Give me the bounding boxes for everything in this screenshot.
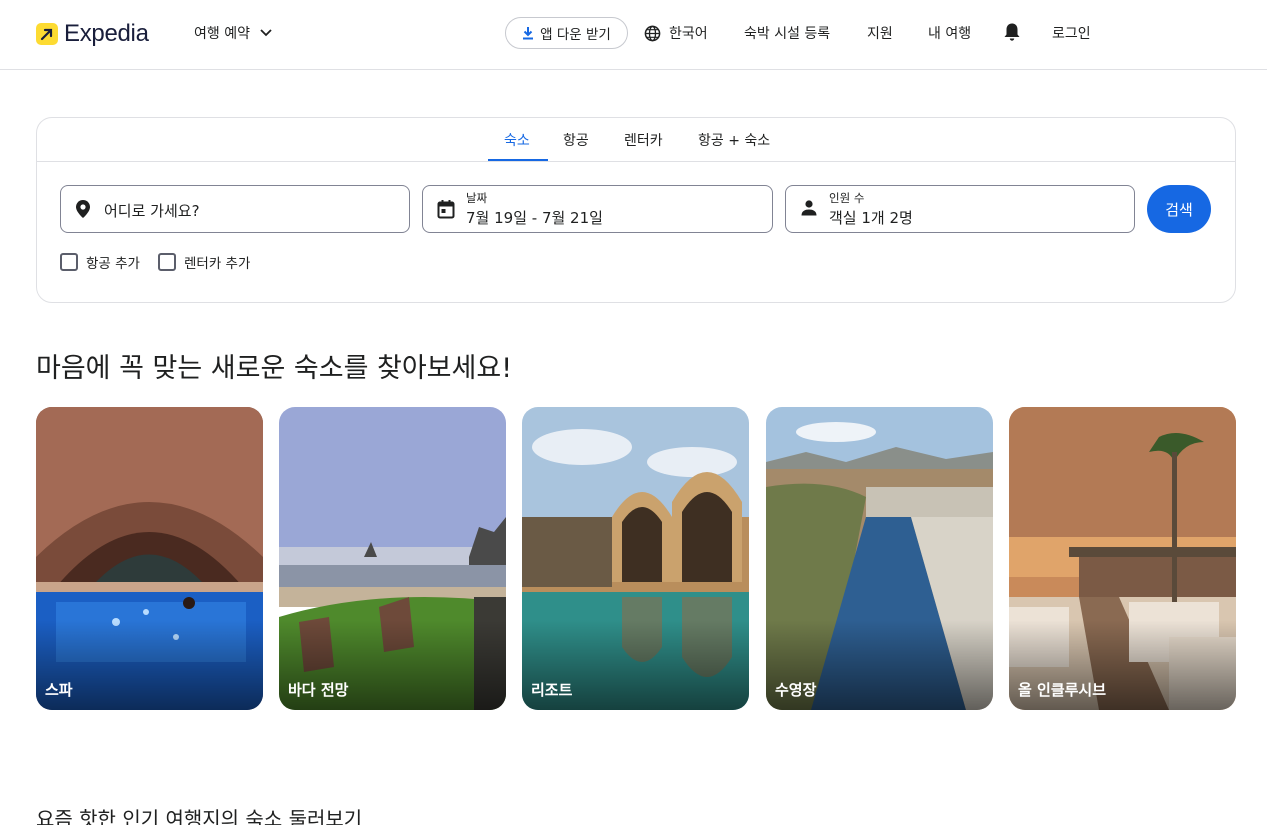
top-header: Expedia 여행 예약 앱 다운 받기 한국어 숙박 시설 등록 지원 내 … [0, 0, 1267, 70]
card-label: 올 인클루시브 [1018, 681, 1107, 699]
expedia-logo-icon [36, 23, 58, 45]
app-download-label: 앱 다운 받기 [540, 27, 611, 43]
theme-card-spa[interactable]: 스파 [36, 407, 263, 710]
search-tabs: 숙소 항공 렌터카 항공 + 숙소 [37, 118, 1235, 162]
theme-card-resort[interactable]: 리조트 [522, 407, 749, 710]
list-property-label: 숙박 시설 등록 [744, 26, 831, 42]
notifications-button[interactable] [1003, 22, 1021, 42]
list-property-link[interactable]: 숙박 시설 등록 [744, 23, 830, 43]
login-link[interactable]: 로그인 [1052, 23, 1091, 43]
checkbox-icon [158, 253, 176, 271]
checkbox-icon [60, 253, 78, 271]
add-flight-checkbox[interactable]: 항공 추가 [60, 252, 140, 272]
search-form-card: 숙소 항공 렌터카 항공 + 숙소 어디로 가세요? 날짜 7월 19일 - 7… [36, 117, 1236, 303]
destination-placeholder: 어디로 가세요? [104, 202, 200, 220]
bell-icon [1004, 23, 1020, 41]
travelers-field[interactable]: 인원 수 객실 1개 2명 [785, 185, 1135, 233]
calendar-icon [437, 200, 455, 219]
theme-card-ocean-view[interactable]: 바다 전망 [279, 407, 506, 710]
section-title: 마음에 꼭 맞는 새로운 숙소를 찾아보세요! [36, 353, 513, 384]
popular-destinations-title: 요즘 핫한 인기 여행지의 숙소 둘러보기 [36, 807, 363, 825]
card-label: 바다 전망 [288, 681, 349, 699]
theme-card-pool[interactable]: 수영장 [766, 407, 993, 710]
dates-value: 7월 19일 - 7월 21일 [466, 209, 603, 227]
support-link[interactable]: 지원 [867, 23, 893, 43]
expedia-logo[interactable]: Expedia [36, 20, 149, 48]
card-label: 수영장 [775, 681, 817, 699]
person-icon [801, 200, 817, 216]
logo-text: Expedia [64, 20, 149, 47]
destination-field[interactable]: 어디로 가세요? [60, 185, 410, 233]
add-flight-label: 항공 추가 [86, 256, 140, 272]
tab-packages[interactable]: 항공 + 숙소 [698, 130, 770, 150]
dates-label: 날짜 [466, 191, 488, 205]
add-car-checkbox[interactable]: 렌터카 추가 [158, 252, 250, 272]
search-button[interactable]: 검색 [1147, 185, 1211, 233]
travelers-value: 객실 1개 2명 [829, 209, 913, 227]
app-download-button[interactable]: 앱 다운 받기 [505, 17, 628, 49]
tab-flights[interactable]: 항공 [563, 130, 589, 150]
login-label: 로그인 [1052, 26, 1091, 42]
download-icon [523, 27, 534, 40]
book-trip-menu[interactable]: 여행 예약 [194, 23, 272, 43]
location-pin-icon [76, 200, 90, 218]
chevron-down-icon [260, 29, 272, 37]
tab-stays[interactable]: 숙소 [504, 130, 530, 150]
travelers-label: 인원 수 [829, 191, 865, 205]
globe-icon [644, 25, 661, 41]
language-label: 한국어 [669, 26, 708, 42]
language-selector[interactable]: 한국어 [644, 23, 708, 43]
tab-cars[interactable]: 렌터카 [624, 130, 663, 150]
theme-card-all-inclusive[interactable]: 올 인클루시브 [1009, 407, 1236, 710]
add-car-label: 렌터카 추가 [184, 256, 251, 272]
support-label: 지원 [867, 26, 893, 42]
active-tab-indicator [488, 159, 548, 161]
my-trips-link[interactable]: 내 여행 [928, 23, 971, 43]
book-trip-label: 여행 예약 [194, 26, 250, 42]
card-label: 리조트 [531, 681, 573, 699]
dates-field[interactable]: 날짜 7월 19일 - 7월 21일 [422, 185, 773, 233]
my-trips-label: 내 여행 [928, 26, 972, 42]
card-label: 스파 [45, 681, 73, 699]
